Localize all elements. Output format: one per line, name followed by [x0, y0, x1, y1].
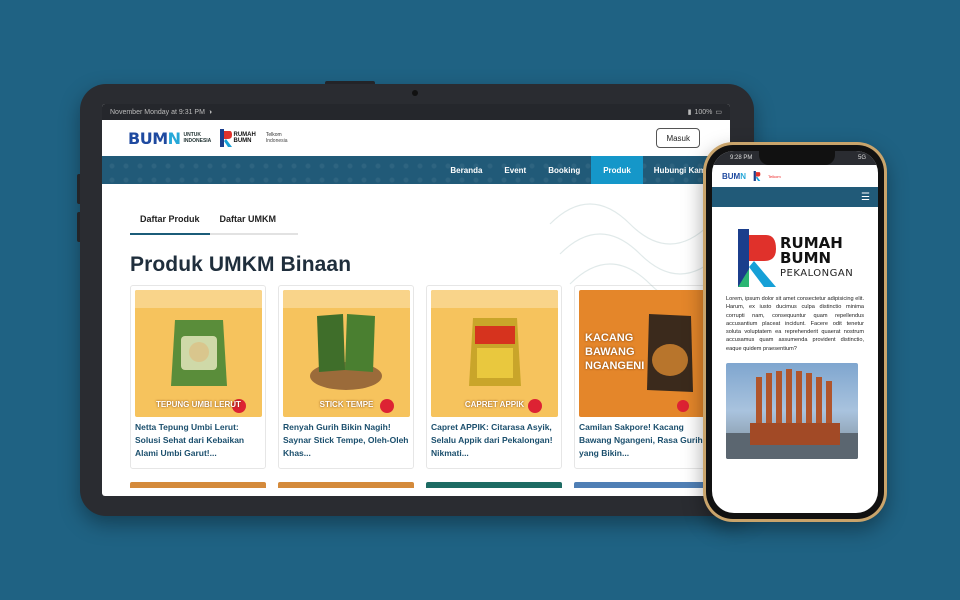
bumn-logo-word-b: N [167, 128, 181, 148]
stick-tempe-package-icon [283, 290, 410, 413]
next-card-top [278, 482, 414, 488]
tab-daftar-produk[interactable]: Daftar Produk [130, 208, 210, 235]
phone-notch [759, 151, 835, 165]
phone-body-text: Lorem, ipsum dolor sit amet consectetur … [726, 296, 864, 352]
status-battery: 100% [694, 108, 713, 116]
product-image: TEPUNG UMBI LERUT [135, 290, 262, 417]
nav-item-booking[interactable]: Booking [537, 156, 591, 184]
next-card-top [426, 482, 562, 488]
phone-site-header: BUMN Telkom [712, 165, 878, 187]
product-image: KACANG BAWANG NGANGENI [579, 290, 706, 417]
tablet-volume-down [77, 212, 80, 242]
product-banner: KACANG BAWANG NGANGENI [585, 332, 645, 372]
bumn-logo[interactable]: BUMN UNTUK INDONESIA [128, 128, 212, 148]
tablet-screen: November Monday at 9:31 PM ◑ ▮ 100% ▭ BU… [102, 104, 730, 496]
building-photo [726, 363, 858, 460]
product-image: STICK TEMPE [283, 290, 410, 417]
phone-status-time: 9:28 PM [730, 155, 753, 161]
logo-group: BUMN UNTUK INDONESIA RUMAH BUMN Telkom In… [128, 129, 288, 148]
tepung-package-icon [135, 290, 262, 413]
next-row-cards [130, 482, 710, 488]
tablet-power-button [325, 81, 375, 84]
tab-daftar-umkm[interactable]: Daftar UMKM [210, 208, 287, 233]
nav-item-produk[interactable]: Produk [591, 156, 643, 184]
product-caption[interactable]: Camilan Sakpore! Kacang Bawang Ngangeni,… [579, 421, 705, 460]
tablet-volume-up [77, 174, 80, 204]
product-card[interactable]: TEPUNG UMBI LERUT Netta Tepung Umbi Leru… [130, 285, 266, 469]
building-illustration-icon [726, 369, 858, 460]
login-button[interactable]: Masuk [656, 128, 700, 148]
phone-navbar: ☰ [712, 187, 878, 207]
product-card[interactable]: KACANG BAWANG NGANGENI Camilan Sakpore! … [574, 285, 710, 469]
nav-item-event[interactable]: Event [493, 156, 537, 184]
rumah-bumn-mark-icon [219, 129, 232, 147]
telkom-logo: Telkom Indonesia [266, 132, 288, 144]
bumn-logo-word-a: BUM [128, 128, 168, 148]
product-caption[interactable]: Renyah Gurih Bikin Nagih! Saynar Stick T… [283, 421, 409, 460]
status-time: November Monday at 9:31 PM [110, 108, 205, 116]
product-caption[interactable]: Netta Tepung Umbi Lerut: Solusi Sehat da… [135, 421, 261, 460]
phone-logo-line3: PEKALONGAN [780, 267, 854, 279]
product-tabs: Daftar Produk Daftar UMKM [130, 208, 298, 235]
product-card[interactable]: CAPRET APPIK Capret APPIK: Citarasa Asyi… [426, 285, 562, 469]
phone-bumn-word-b: N [740, 171, 746, 181]
product-image: CAPRET APPIK [431, 290, 558, 417]
battery-icon: ▭ [715, 109, 722, 116]
next-card-top [574, 482, 710, 488]
rumah-bumn-logo: RUMAH BUMN [219, 129, 256, 147]
tablet-device: November Monday at 9:31 PM ◑ ▮ 100% ▭ BU… [77, 81, 754, 516]
phone-bumn-logo[interactable]: BUMN [722, 172, 746, 181]
phone-logo-line2: BUMN [780, 248, 832, 267]
next-card-top [130, 482, 266, 488]
hamburger-menu-icon[interactable]: ☰ [861, 192, 870, 203]
product-banner: TEPUNG UMBI LERUT [156, 400, 241, 409]
site-header: BUMN UNTUK INDONESIA RUMAH BUMN Telkom In… [102, 120, 730, 156]
rumah-bumn-large-mark-icon [738, 229, 776, 287]
phone-content: RUMAH BUMN PEKALONGAN Lorem, ipsum dolor… [712, 207, 878, 467]
product-card-list: TEPUNG UMBI LERUT Netta Tepung Umbi Leru… [130, 285, 730, 469]
rumah-bumn-line2: BUMN [233, 138, 252, 144]
product-caption[interactable]: Capret APPIK: Citarasa Asyik, Selalu App… [431, 421, 557, 460]
appik-package-icon [431, 290, 558, 413]
product-banner: STICK TEMPE [319, 400, 374, 409]
status-dot-icon: ◑ [207, 108, 213, 116]
nav-item-beranda[interactable]: Beranda [439, 156, 493, 184]
phone-device: 9:28 PM 5G BUMN Telkom ☰ RUMAH BUMN PEKA… [703, 142, 887, 522]
product-card[interactable]: STICK TEMPE Renyah Gurih Bikin Nagih! Sa… [278, 285, 414, 469]
telkom-line2: Indonesia [265, 138, 288, 144]
phone-bumn-word-a: BUM [722, 171, 741, 181]
tablet-status-bar: November Monday at 9:31 PM ◑ ▮ 100% ▭ [102, 104, 730, 120]
tablet-camera [412, 90, 418, 96]
phone-telkom-logo: Telkom [768, 173, 781, 179]
bumn-logo-sub: UNTUK INDONESIA [183, 132, 212, 144]
main-navbar: Beranda Event Booking Produk Hubungi Kam… [102, 156, 730, 184]
phone-rumah-bumn-mark-icon [753, 171, 761, 181]
phone-status-signal: 5G [857, 155, 866, 161]
wifi-icon: ▮ [687, 109, 692, 116]
phone-screen: 9:28 PM 5G BUMN Telkom ☰ RUMAH BUMN PEKA… [712, 151, 878, 513]
main-content: Daftar Produk Daftar UMKM Produk UMKM Bi… [102, 184, 730, 496]
product-banner: CAPRET APPIK [464, 400, 525, 409]
rumah-bumn-pekalongan-logo: RUMAH BUMN PEKALONGAN [738, 229, 864, 287]
